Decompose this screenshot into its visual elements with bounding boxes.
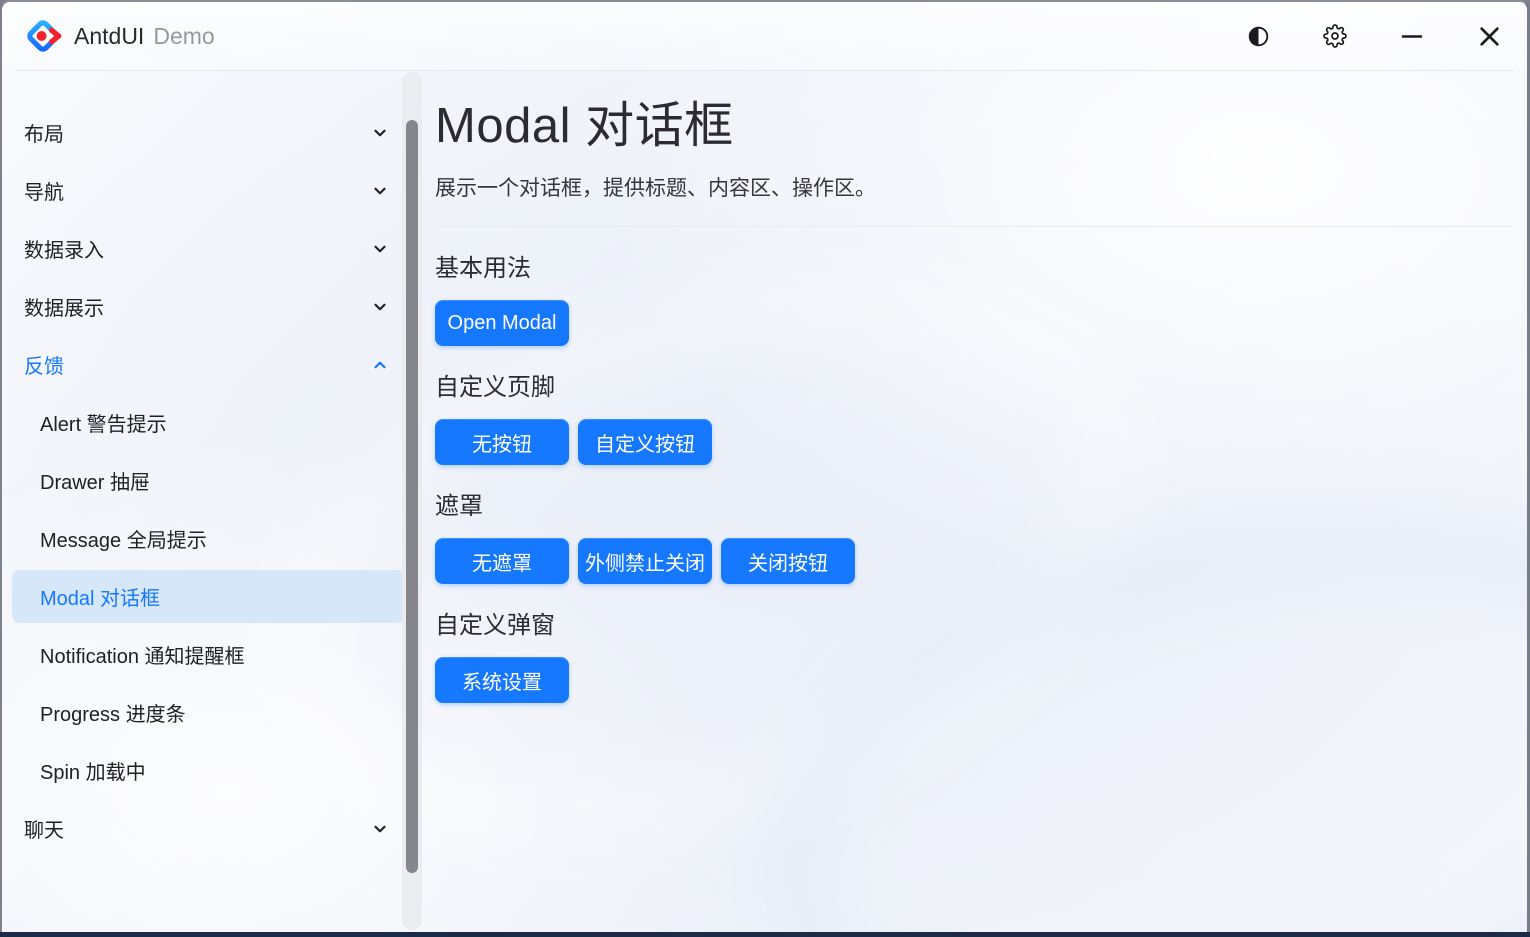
sidebar-item-label: Drawer 抽屉: [40, 466, 150, 495]
sidebar-item-label: Modal 对话框: [40, 582, 160, 611]
chevron-down-icon: [371, 182, 389, 200]
content-divider: [435, 226, 1513, 227]
custom-button-button[interactable]: 自定义按钮: [578, 419, 712, 465]
app-title: AntdUI: [74, 23, 144, 50]
sidebar-group-navigation[interactable]: 导航: [12, 164, 405, 217]
sidebar-item-label: Alert 警告提示: [40, 408, 167, 437]
section-heading-mask: 遮罩: [435, 486, 1513, 521]
sidebar-scrollbar-thumb[interactable]: [406, 120, 418, 873]
chevron-down-icon: [371, 820, 389, 838]
section-heading-basic-usage: 基本用法: [435, 248, 1513, 283]
sidebar-item-message[interactable]: Message 全局提示: [12, 512, 405, 565]
chevron-down-icon: [371, 124, 389, 142]
sidebar-item-spin[interactable]: Spin 加载中: [12, 744, 405, 797]
close-icon[interactable]: [1475, 22, 1503, 50]
section-heading-custom-dialog: 自定义弹窗: [435, 605, 1513, 640]
sidebar-group-layout[interactable]: 布局: [12, 106, 405, 159]
sidebar-group-chat[interactable]: 聊天: [12, 802, 405, 855]
main-content: Modal 对话框 展示一个对话框，提供标题、内容区、操作区。 基本用法 Ope…: [435, 70, 1513, 703]
sidebar-item-label: 数据展示: [24, 292, 104, 321]
page-description: 展示一个对话框，提供标题、内容区、操作区。: [435, 172, 1513, 202]
section-heading-custom-footer: 自定义页脚: [435, 367, 1513, 402]
sidebar-item-modal[interactable]: Modal 对话框: [12, 570, 405, 623]
sidebar-item-label: 数据录入: [24, 234, 104, 263]
settings-gear-icon[interactable]: [1321, 22, 1349, 50]
sidebar-item-alert[interactable]: Alert 警告提示: [12, 396, 405, 449]
sidebar-group-data-entry[interactable]: 数据录入: [12, 222, 405, 275]
theme-contrast-icon[interactable]: [1244, 22, 1272, 50]
sidebar-item-notification[interactable]: Notification 通知提醒框: [12, 628, 405, 681]
minimize-icon[interactable]: [1398, 22, 1426, 50]
sidebar-item-label: Spin 加载中: [40, 756, 146, 785]
page-title: Modal 对话框: [435, 86, 1513, 157]
app-window: AntdUI Demo: [0, 0, 1530, 932]
sidebar-item-label: Message 全局提示: [40, 524, 207, 553]
button-row: 系统设置: [435, 657, 1513, 703]
sidebar-item-drawer[interactable]: Drawer 抽屉: [12, 454, 405, 507]
button-row: 无遮罩 外侧禁止关闭 关闭按钮: [435, 538, 1513, 584]
sidebar-item-label: Notification 通知提醒框: [40, 640, 245, 669]
button-row: 无按钮 自定义按钮: [435, 419, 1513, 465]
window-controls: [1244, 2, 1503, 70]
sidebar-item-label: 导航: [24, 176, 64, 205]
sidebar-item-label: 聊天: [24, 814, 64, 843]
close-button-demo-button[interactable]: 关闭按钮: [721, 538, 855, 584]
window-bottom-edge: [0, 932, 1530, 937]
chevron-down-icon: [371, 298, 389, 316]
no-button-button[interactable]: 无按钮: [435, 419, 569, 465]
open-modal-button[interactable]: Open Modal: [435, 300, 569, 346]
app-logo-icon: [22, 15, 64, 57]
sidebar-group-data-display[interactable]: 数据展示: [12, 280, 405, 333]
system-settings-button[interactable]: 系统设置: [435, 657, 569, 703]
titlebar: AntdUI Demo: [2, 2, 1527, 70]
sidebar-item-label: 反馈: [24, 350, 64, 379]
sidebar: 布局 导航 数据录入 数据展示 反馈: [2, 71, 402, 927]
sidebar-item-label: Progress 进度条: [40, 698, 186, 727]
sidebar-scrollbar-track[interactable]: [402, 72, 422, 930]
sidebar-group-feedback[interactable]: 反馈: [12, 338, 405, 391]
sidebar-item-label: 布局: [24, 118, 64, 147]
no-mask-button[interactable]: 无遮罩: [435, 538, 569, 584]
disable-outside-close-button[interactable]: 外侧禁止关闭: [578, 538, 712, 584]
chevron-down-icon: [371, 240, 389, 258]
app-title-suffix: Demo: [153, 23, 214, 50]
button-row: Open Modal: [435, 300, 1513, 346]
sidebar-item-progress[interactable]: Progress 进度条: [12, 686, 405, 739]
chevron-up-icon: [371, 356, 389, 374]
